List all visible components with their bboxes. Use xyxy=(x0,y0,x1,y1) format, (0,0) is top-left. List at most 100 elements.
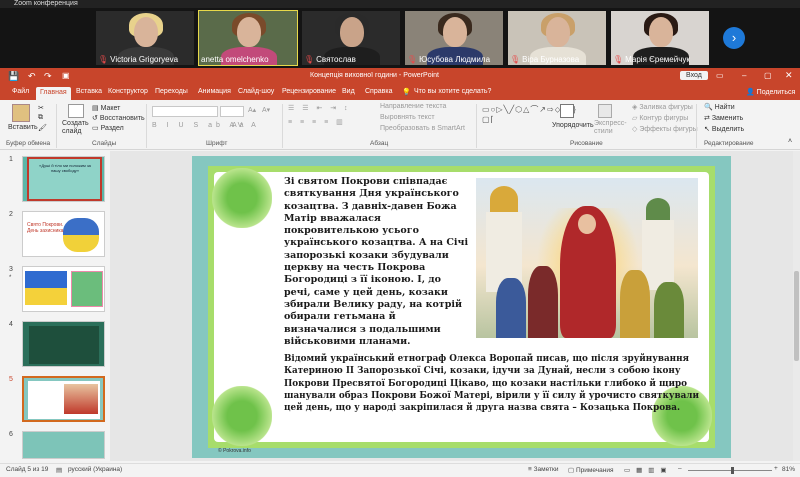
find-button[interactable]: 🔍 Найти xyxy=(704,103,735,111)
current-slide[interactable]: Зі святом Покрови співпадає святкування … xyxy=(192,156,731,458)
text-direction-button[interactable]: Направление текста xyxy=(380,103,446,110)
share-icon: 👤 xyxy=(746,89,757,96)
thumb-title: «Душі й тіло ми положим за нашу свободу» xyxy=(39,163,91,173)
save-icon[interactable]: 💾 xyxy=(8,71,19,82)
maximize-icon[interactable]: ▢ xyxy=(764,71,772,80)
tab-help[interactable]: Справка xyxy=(365,88,392,95)
language-status[interactable]: русский (Украина) xyxy=(68,466,122,473)
reset-button[interactable]: ↺ Восстановить xyxy=(92,114,145,122)
minimize-icon[interactable]: – xyxy=(742,71,746,80)
smartart-button[interactable]: Преобразовать в SmartArt xyxy=(380,125,465,132)
slide-thumbnail-5[interactable] xyxy=(22,376,105,422)
participant-tile[interactable]: 🎙 Марія Єремейчук xyxy=(610,10,710,66)
church-dome-icon xyxy=(646,198,670,220)
tab-design[interactable]: Конструктор xyxy=(108,88,148,95)
tab-slideshow[interactable]: Слайд-шоу xyxy=(238,88,274,95)
find-label: Найти xyxy=(714,104,735,111)
cut-icon[interactable]: ✂ xyxy=(38,104,44,112)
slide-thumbnail-2[interactable]: Свято Покрови. День захисника xyxy=(22,211,105,257)
align-text-button[interactable]: Выровнять текст xyxy=(380,114,435,121)
tab-view[interactable]: Вид xyxy=(342,88,355,95)
arrange-icon[interactable] xyxy=(560,104,574,118)
align-buttons[interactable]: ≡ ≡ ≡ ≡ ▥ xyxy=(288,118,346,126)
paste-icon[interactable] xyxy=(12,104,30,122)
tab-insert[interactable]: Вставка xyxy=(76,88,102,95)
thumb-title: Свято Покрови. День захисника xyxy=(27,222,64,234)
zoom-out-icon[interactable]: – xyxy=(678,465,682,472)
participant-tile[interactable]: 🎙 Віра Бурназова xyxy=(507,10,607,66)
slide-thumbnail-3[interactable] xyxy=(22,266,105,312)
undo-icon[interactable]: ↶ xyxy=(28,71,36,82)
notes-button[interactable]: ≡ Заметки xyxy=(528,466,558,473)
slide-thumbnail-4[interactable] xyxy=(22,321,105,367)
scrollbar-thumb[interactable] xyxy=(794,271,799,361)
zoom-slider-thumb[interactable] xyxy=(731,467,734,474)
quick-styles-button[interactable]: Экспресс-стили xyxy=(594,120,628,136)
flower-decoration-icon xyxy=(212,386,272,446)
spellcheck-icon[interactable]: ▤ xyxy=(56,466,62,474)
select-button[interactable]: ↖ Выделить xyxy=(704,125,744,133)
tab-transitions[interactable]: Переходы xyxy=(155,88,188,95)
copy-icon[interactable]: ⧉ xyxy=(38,114,43,122)
ribbon-divider xyxy=(696,104,697,148)
participant-tile[interactable]: 🎙 Victoria Grigoryeva xyxy=(95,10,195,66)
share-button[interactable]: 👤 Поделиться xyxy=(746,88,795,96)
redo-icon[interactable]: ↷ xyxy=(44,71,52,82)
start-slideshow-icon[interactable]: ▣ xyxy=(62,71,70,80)
font-color-buttons[interactable]: Aa A xyxy=(232,122,259,129)
slide-number: 6 xyxy=(9,431,13,438)
slide-thumbnail-1[interactable]: «Душі й тіло ми положим за нашу свободу» xyxy=(22,156,105,202)
zoom-in-icon[interactable]: + xyxy=(774,465,778,472)
mic-muted-icon: 🎙 xyxy=(407,55,418,64)
zoom-title: Zoom конференция xyxy=(14,0,78,7)
font-name-select[interactable] xyxy=(152,106,218,117)
comment-icon: ▢ xyxy=(568,467,576,474)
arrange-button[interactable]: Упорядочить xyxy=(552,122,594,129)
list-buttons[interactable]: ☰ ☰ ⇤ ⇥ ↕ xyxy=(288,104,351,112)
shape-outline-button[interactable]: ▱ Контур фигуры xyxy=(632,114,688,122)
shapes-gallery[interactable]: ▭○▷╲╱⬡△⌒↗⇨⬦☆{}▢⌈ xyxy=(482,105,576,125)
shape-effects-button[interactable]: ◇ Эффекты фигуры xyxy=(632,125,698,133)
layout-button[interactable]: ▤ Макет xyxy=(92,104,120,112)
view-buttons[interactable]: ▭▦▥▣ xyxy=(624,466,673,474)
tab-review[interactable]: Рецензирование xyxy=(282,88,336,95)
shape-fill-button[interactable]: ◈ Заливка фигуры xyxy=(632,103,693,111)
slide-number: 2 xyxy=(9,211,13,218)
tell-me-input[interactable]: Что вы хотите сделать? xyxy=(414,88,491,95)
tab-home[interactable]: Главная xyxy=(36,87,71,100)
tab-animations[interactable]: Анимация xyxy=(198,88,231,95)
decrease-font-icon[interactable]: A▾ xyxy=(262,106,270,114)
close-icon[interactable]: ✕ xyxy=(785,70,793,81)
mic-muted-icon: 🎙 xyxy=(510,55,521,64)
zoom-level[interactable]: 81% xyxy=(782,466,795,473)
layout-label: Макет xyxy=(100,105,121,112)
collapse-ribbon-icon[interactable]: ˄ xyxy=(788,138,792,145)
comments-button[interactable]: ▢ Примечания xyxy=(568,466,613,474)
participant-tile-active[interactable]: anetta omelchenko xyxy=(198,10,298,66)
tab-file[interactable]: Файл xyxy=(12,88,29,95)
participant-tile[interactable]: 🎙 Юсубова Людмила xyxy=(404,10,504,66)
format-painter-icon[interactable]: 🖌 xyxy=(38,124,47,132)
zoom-slider[interactable] xyxy=(688,470,772,471)
notes-label: Заметки xyxy=(533,466,559,473)
new-slide-button[interactable]: Создать слайд xyxy=(62,120,89,136)
vertical-scrollbar[interactable] xyxy=(793,151,800,461)
madonna-face xyxy=(578,214,596,234)
participant-tile[interactable]: 🎙 Святослав xyxy=(301,10,401,66)
slide-number: 1 xyxy=(9,156,13,163)
replace-button[interactable]: ⇄ Заменить xyxy=(704,114,743,122)
font-size-select[interactable] xyxy=(220,106,244,117)
slide-thumbnail-6[interactable] xyxy=(22,431,105,459)
ribbon-home: Вставить ✂ ⧉ 🖌 Буфер обмена Создать слай… xyxy=(0,100,800,150)
next-page-button[interactable]: › xyxy=(723,27,745,49)
slide-paragraph-1: Зі святом Покрови співпадає святкування … xyxy=(284,176,469,347)
participant-face xyxy=(237,17,261,47)
paste-button[interactable]: Вставить xyxy=(8,124,38,131)
increase-font-icon[interactable]: A▴ xyxy=(248,106,256,114)
quick-styles-icon[interactable] xyxy=(598,104,612,118)
login-button[interactable]: Вход xyxy=(680,71,708,80)
mic-muted-icon: 🎙 xyxy=(304,55,315,64)
ribbon-display-icon[interactable]: ▭ xyxy=(716,71,724,80)
new-slide-icon[interactable] xyxy=(68,104,84,118)
section-button[interactable]: ▭ Раздел xyxy=(92,124,124,132)
